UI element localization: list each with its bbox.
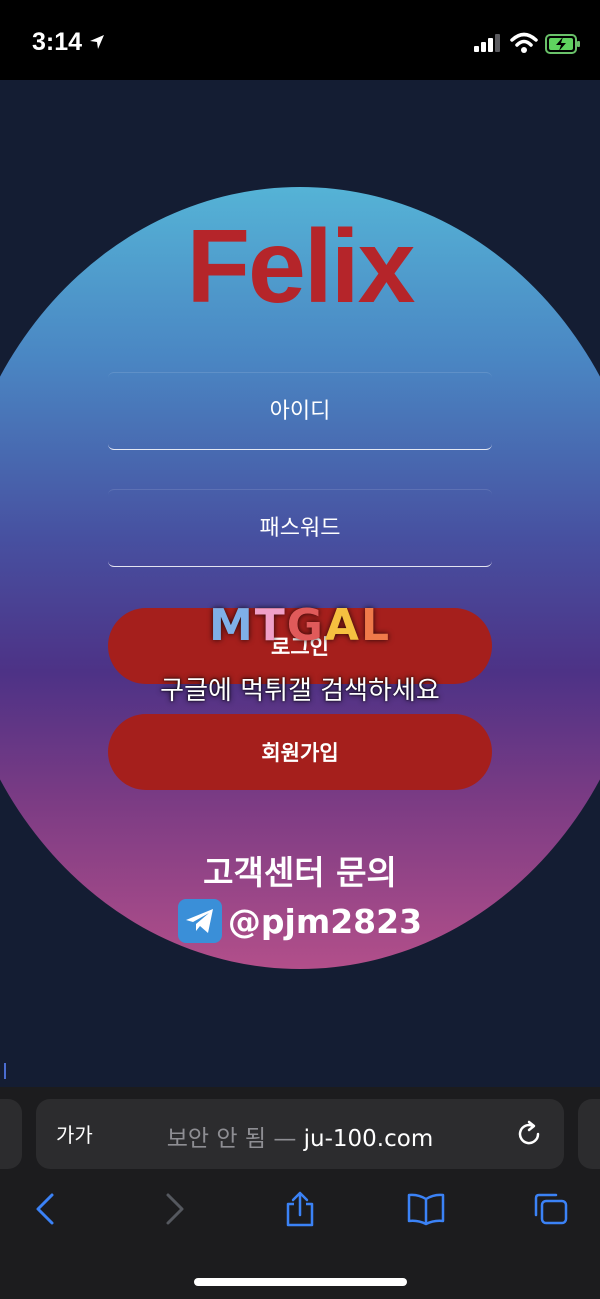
tabs-icon[interactable]: [532, 1191, 570, 1227]
telegram-handle[interactable]: @pjm2823: [228, 902, 422, 941]
site-logo: Felix: [186, 209, 416, 325]
share-icon[interactable]: [283, 1191, 317, 1227]
status-bar: 3:14: [0, 0, 600, 80]
url-text[interactable]: 보안 안 됨 — ju-100.com: [36, 1119, 564, 1153]
address-bar[interactable]: 가가 보안 안 됨 — ju-100.com: [36, 1099, 564, 1169]
watermark-letter: T: [254, 600, 287, 651]
watermark-letter: M: [208, 600, 255, 651]
watermark-logo: MTGAL: [0, 600, 600, 651]
back-icon[interactable]: [28, 1191, 62, 1227]
support-title: 고객센터 문의: [203, 853, 397, 892]
wifi-icon: [510, 32, 538, 53]
watermark-letter: A: [324, 600, 361, 651]
status-time: 3:14: [32, 28, 83, 56]
watermark-letter: L: [360, 600, 392, 651]
home-indicator[interactable]: [194, 1278, 407, 1286]
scroll-indicator: [4, 1063, 6, 1079]
battery-charging-icon: [545, 34, 580, 54]
page-content: Felix 로그인 MTGAL 구글에 먹튀갤 검색하세요 회원가입 고객센터 …: [0, 80, 600, 1087]
telegram-icon: [177, 899, 222, 943]
id-field[interactable]: [108, 372, 492, 450]
signup-button[interactable]: 회원가입: [108, 714, 492, 790]
support-contact[interactable]: @pjm2823: [0, 896, 600, 946]
id-input[interactable]: [108, 373, 492, 449]
next-tab-preview[interactable]: [578, 1099, 600, 1169]
watermark-letter: G: [286, 600, 325, 651]
password-field[interactable]: [108, 489, 492, 567]
forward-icon[interactable]: [158, 1191, 192, 1227]
bookmarks-icon[interactable]: [406, 1191, 446, 1227]
location-arrow-icon: [90, 35, 104, 49]
security-label: 보안 안 됨 —: [166, 1126, 304, 1152]
password-input[interactable]: [108, 490, 492, 566]
watermark-text: 구글에 먹튀갤 검색하세요: [160, 676, 440, 706]
signal-icon: [474, 34, 500, 52]
browser-toolbar: 가가 보안 안 됨 — ju-100.com: [0, 1087, 600, 1299]
previous-tab-preview[interactable]: [0, 1099, 22, 1169]
url-host: ju-100.com: [303, 1126, 434, 1152]
reload-icon[interactable]: [514, 1119, 544, 1149]
